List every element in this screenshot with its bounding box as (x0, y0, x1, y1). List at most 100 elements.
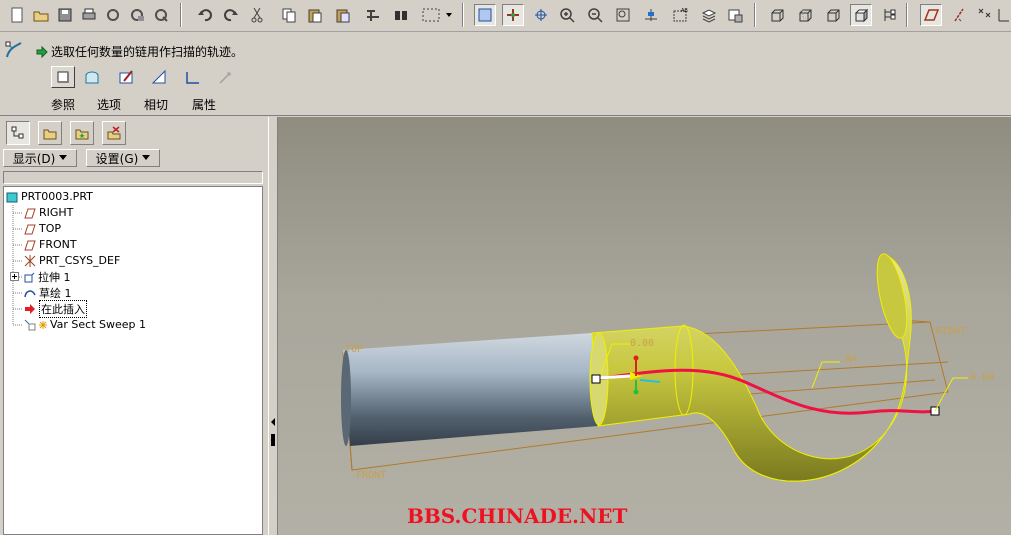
toolbar-separator (180, 3, 182, 27)
tree-item-sketch[interactable]: 草绘 1 (24, 285, 72, 300)
cut-icon[interactable] (246, 4, 268, 26)
tab-options-button[interactable] (80, 66, 104, 88)
chevron-down-icon[interactable] (444, 4, 454, 26)
mail-link-icon[interactable] (150, 4, 172, 26)
settings-menu-button[interactable]: 设置(G) (86, 149, 160, 167)
zoom-out-icon[interactable] (584, 4, 606, 26)
chevron-down-icon (142, 155, 151, 161)
view-manager-icon[interactable] (724, 4, 746, 26)
tree-item-label: PRT_CSYS_DEF (39, 254, 121, 267)
wireframe-icon[interactable] (766, 4, 788, 26)
copy-icon[interactable] (278, 4, 300, 26)
end-dimension[interactable]: 0.00 (970, 372, 994, 383)
expand-plus-icon[interactable] (8, 271, 20, 283)
new-file-icon[interactable] (6, 4, 28, 26)
tab-tangency-label[interactable]: 相切 (136, 96, 176, 113)
panel-splitter[interactable] (268, 117, 278, 535)
shading-icon[interactable] (850, 4, 872, 26)
trajectory-start-handle[interactable] (591, 374, 601, 384)
start-dimension[interactable]: 0.00 (630, 338, 654, 349)
refit-icon[interactable] (612, 4, 634, 26)
no-hidden-icon[interactable] (822, 4, 844, 26)
undo-icon[interactable] (194, 4, 216, 26)
sweep-feature-icon (2, 38, 26, 62)
tree-item-front-plane[interactable]: FRONT (24, 237, 77, 252)
tree-item-label: TOP (39, 222, 62, 235)
extrude-cylinder (341, 333, 598, 446)
connections-icon (107, 126, 121, 140)
point-display-icon[interactable] (974, 4, 996, 26)
sweep-feature-icon (24, 319, 36, 331)
tab-properties-label[interactable]: 属性 (184, 96, 224, 113)
print-icon[interactable] (78, 4, 100, 26)
spin-center-icon[interactable] (530, 4, 552, 26)
options-icon (85, 71, 99, 84)
hidden-line-icon[interactable] (794, 4, 816, 26)
sweep-section-button[interactable] (181, 66, 205, 88)
zoom-in-icon[interactable] (556, 4, 578, 26)
model-tree-tab[interactable] (6, 121, 30, 145)
folder-browser-tab[interactable] (38, 121, 62, 145)
tab-references-label[interactable]: 参照 (43, 96, 83, 113)
tree-item-label: FRONT (39, 238, 77, 251)
model-tree: PRT0003.PRT RIGHT TOP FRONT PRT_CSYS_DEF… (3, 186, 263, 535)
properties-icon (151, 69, 166, 84)
paste-icon[interactable] (304, 4, 326, 26)
datum-top-label: TOP (345, 344, 363, 355)
axis-display-icon[interactable] (948, 4, 970, 26)
prompt-arrow-icon (36, 45, 48, 58)
layers-icon[interactable] (698, 4, 720, 26)
datum-plane-display-icon[interactable] (474, 4, 496, 26)
mail-attach-icon[interactable] (126, 4, 148, 26)
datum-right-label: RIGHT (936, 326, 966, 337)
favorites-tab[interactable] (70, 121, 94, 145)
csys-display-icon[interactable] (996, 4, 1010, 26)
tab-tangency-button[interactable] (114, 66, 138, 88)
datum-plane-icon (24, 223, 36, 235)
tree-item-right-plane[interactable]: RIGHT (24, 205, 73, 220)
open-folder-icon[interactable] (30, 4, 52, 26)
tab-options-label[interactable]: 选项 (89, 96, 129, 113)
tab-properties-button[interactable] (147, 66, 171, 88)
sweep-preview-button[interactable] (213, 66, 237, 88)
select-box-icon[interactable] (418, 4, 444, 26)
sketch-icon (24, 287, 36, 299)
saved-views-icon[interactable]: AB (670, 4, 692, 26)
settings-menu-label: 设置(G) (95, 151, 139, 166)
tree-item-top-plane[interactable]: TOP (24, 221, 61, 236)
tree-item-var-sect-sweep[interactable]: Var Sect Sweep 1 (24, 317, 146, 332)
main-toolbar: AB (0, 0, 1011, 32)
tree-header-bar (3, 171, 263, 184)
tree-item-part[interactable]: PRT0003.PRT (6, 189, 93, 204)
csys-icon (24, 254, 36, 267)
send-mail-icon[interactable] (102, 4, 124, 26)
regenerate-icon[interactable] (362, 4, 384, 26)
datum-axis-display-icon[interactable] (502, 4, 524, 26)
tab-references-button[interactable] (51, 66, 75, 88)
display-menu-label: 显示(D) (12, 151, 56, 166)
graphics-window[interactable]: TOP RIGHT FRONT RA 0.00 0.00 BBS.CHINADE… (278, 117, 1011, 535)
part-icon (6, 191, 18, 203)
display-menu-button[interactable]: 显示(D) (3, 149, 77, 167)
end-dim-leader (934, 377, 968, 412)
collapse-panel-icon[interactable] (269, 412, 277, 452)
tree-item-csys[interactable]: PRT_CSYS_DEF (24, 253, 120, 268)
paste-special-icon[interactable] (332, 4, 354, 26)
tree-item-label: 在此插入 (39, 299, 87, 318)
reorient-icon[interactable] (640, 4, 662, 26)
toolbar-separator (462, 3, 464, 27)
plane-display-icon[interactable] (920, 4, 942, 26)
insert-mark-icon (39, 319, 47, 331)
folder-icon (43, 129, 57, 140)
prompt-text: 选取任何数量的链用作扫描的轨迹。 (51, 45, 244, 59)
find-icon[interactable] (390, 4, 412, 26)
tree-item-insert-here[interactable]: 在此插入 (24, 299, 87, 318)
model-canvas[interactable]: TOP RIGHT FRONT RA 0.00 0.00 BBS.CHINADE… (278, 117, 1011, 535)
connections-tab[interactable] (102, 121, 126, 145)
extrude-icon (23, 271, 35, 283)
datum-plane-icon (24, 239, 36, 251)
tree-item-extrude[interactable]: 拉伸 1 (8, 269, 71, 284)
redo-icon[interactable] (220, 4, 242, 26)
model-tree-toggle-icon[interactable] (878, 4, 900, 26)
save-icon[interactable] (54, 4, 76, 26)
